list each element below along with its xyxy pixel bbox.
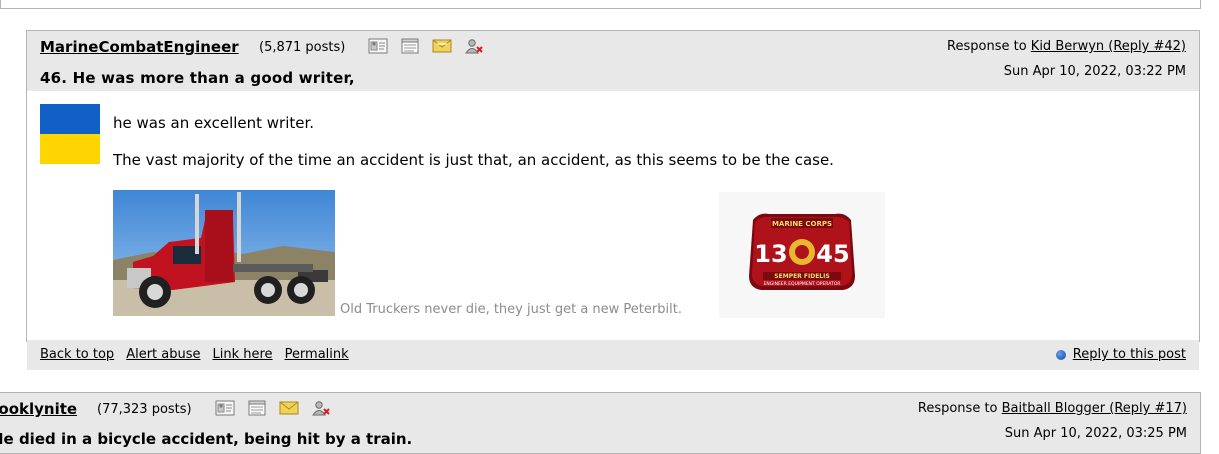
- ignore-icon[interactable]: [311, 400, 331, 416]
- ignore-icon[interactable]: [464, 38, 484, 54]
- mos-badge-image: MARINE CORPS 13 45 SEMPER FIDELIS ENGINE…: [719, 192, 885, 318]
- reply-to-post[interactable]: Reply to this post: [1055, 347, 1186, 362]
- link-here-link[interactable]: Link here: [213, 347, 273, 362]
- next-post-header: rooklynite (77,323 posts): [0, 392, 1201, 454]
- badge-top-text: MARINE CORPS: [772, 220, 832, 228]
- author-icons: [215, 400, 331, 416]
- author-link[interactable]: rooklynite: [0, 400, 77, 418]
- response-to: Response to Kid Berwyn (Reply #42): [947, 39, 1186, 54]
- post-count: (77,323 posts): [97, 402, 192, 417]
- post-subject: He died in a bicycle accident, being hit…: [0, 430, 413, 448]
- post-count: (5,871 posts): [259, 40, 346, 55]
- response-link[interactable]: Baitball Blogger (Reply #17): [1002, 401, 1187, 416]
- response-link[interactable]: Kid Berwyn (Reply #42): [1031, 39, 1186, 54]
- image-caption: Old Truckers never die, they just get a …: [340, 302, 682, 317]
- response-to: Response to Baitball Blogger (Reply #17): [918, 401, 1187, 416]
- alert-abuse-link[interactable]: Alert abuse: [126, 347, 200, 362]
- blue-dot-icon: [1055, 349, 1066, 360]
- profile-icon[interactable]: [368, 38, 388, 54]
- badge-number-left: 13: [754, 240, 787, 268]
- profile-icon[interactable]: [215, 400, 235, 416]
- permalink-link[interactable]: Permalink: [285, 347, 349, 362]
- post-date: Sun Apr 10, 2022, 03:22 PM: [1003, 64, 1186, 79]
- reply-to-post-link[interactable]: Reply to this post: [1073, 347, 1186, 362]
- author-icons: [368, 38, 484, 54]
- reply-post: MarineCombatEngineer (5,871 posts) 46. H…: [26, 30, 1200, 370]
- truck-photo: [113, 190, 335, 316]
- journal-icon[interactable]: [247, 400, 267, 416]
- footer-links: Back to top Alert abuse Link here Permal…: [40, 347, 349, 362]
- badge-motto: SEMPER FIDELIS: [774, 273, 829, 280]
- previous-post-box: [0, 0, 1201, 9]
- post-header: MarineCombatEngineer (5,871 posts) 46. H…: [27, 31, 1199, 91]
- ukraine-flag-image: [40, 104, 100, 164]
- badge-number-right: 45: [816, 240, 849, 268]
- mail-icon[interactable]: [279, 400, 299, 416]
- post-date: Sun Apr 10, 2022, 03:25 PM: [1004, 426, 1187, 441]
- post-subject: 46. He was more than a good writer,: [40, 69, 355, 87]
- author-link[interactable]: MarineCombatEngineer: [40, 38, 239, 56]
- badge-bottom-text: ENGINEER EQUIPMENT OPERATOR: [764, 281, 841, 287]
- post-text-line: The vast majority of the time an acciden…: [113, 151, 834, 169]
- mail-icon[interactable]: [432, 38, 452, 54]
- journal-icon[interactable]: [400, 38, 420, 54]
- post-text-line: he was an excellent writer.: [113, 114, 315, 132]
- back-to-top-link[interactable]: Back to top: [40, 347, 114, 362]
- response-prefix: Response to: [917, 401, 1002, 416]
- post-footer: Back to top Alert abuse Link here Permal…: [27, 340, 1199, 370]
- response-prefix: Response to: [947, 39, 1031, 54]
